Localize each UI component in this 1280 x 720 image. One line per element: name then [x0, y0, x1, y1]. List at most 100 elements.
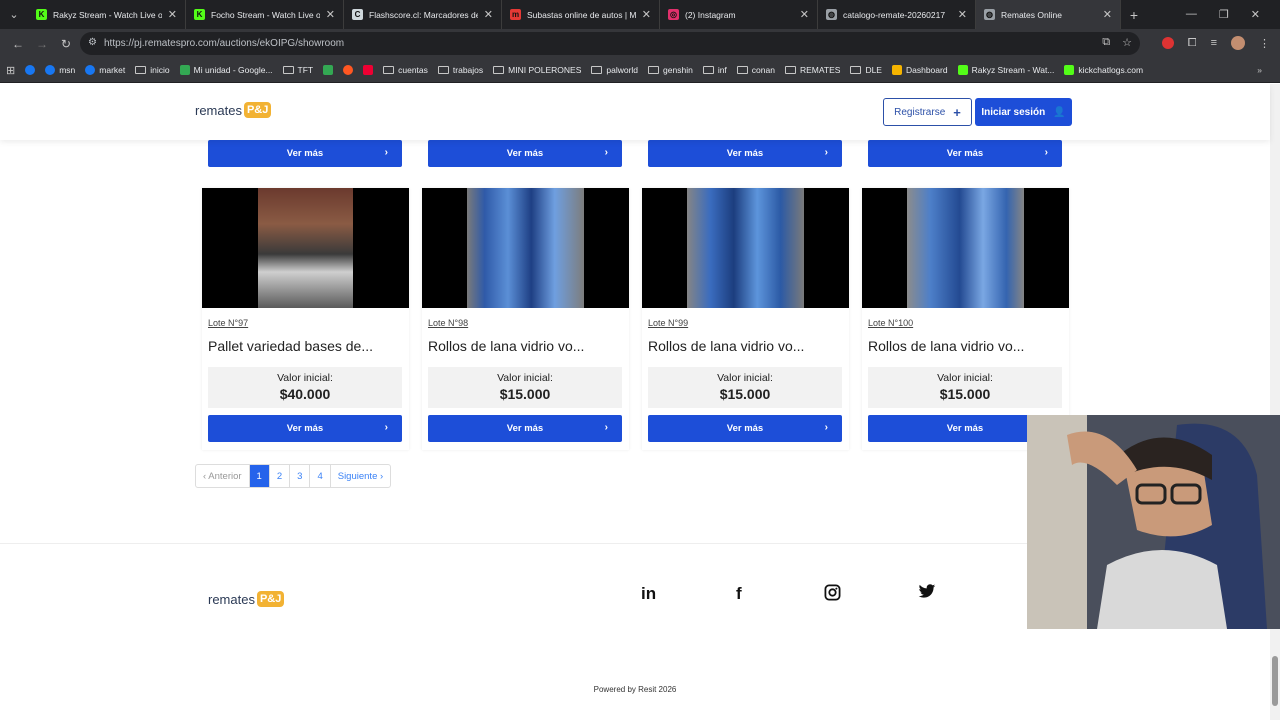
pagination-next[interactable]: Siguiente › [331, 465, 390, 487]
twitter-icon[interactable] [918, 584, 936, 604]
lot-number-link[interactable]: Lote N°98 [428, 318, 468, 328]
ver-mas-button[interactable]: Ver más › [428, 140, 622, 167]
tab-title: Remates Online [1001, 9, 1062, 20]
lot-card[interactable]: Lote N°98 Rollos de lana vidrio vo... Va… [422, 188, 629, 450]
reload-icon[interactable]: ↻ [54, 37, 78, 51]
lot-image[interactable] [862, 188, 1069, 308]
lot-card[interactable]: Lote N°97 Pallet variedad bases de... Va… [202, 188, 409, 450]
bookmark-item[interactable] [363, 65, 374, 75]
browser-tab[interactable]: K Focho Stream - Watch Live on K ✕ [186, 0, 344, 29]
ver-mas-button[interactable]: Ver más › [648, 140, 842, 167]
bookmark-item[interactable]: DLE [850, 65, 882, 75]
bookmark-item[interactable]: MINI POLERONES [493, 65, 581, 75]
bookmark-item[interactable]: genshin [648, 65, 693, 75]
lot-number-link[interactable]: Lote N°99 [648, 318, 688, 328]
close-tab-icon[interactable]: ✕ [484, 8, 493, 21]
bookmark-item[interactable]: Dashboard [891, 65, 948, 75]
footer-logo[interactable]: remates P&J [208, 591, 285, 607]
lot-image[interactable] [642, 188, 849, 308]
browser-tab[interactable]: C Flashscore.cl: Marcadores de fú ✕ [344, 0, 502, 29]
apps-grid-icon[interactable]: ⊞ [6, 64, 15, 77]
bookmarks-bar: ⊞ msn market inicio Mi unidad - Google... TF… [0, 58, 1280, 83]
facebook-icon[interactable]: f [736, 584, 742, 604]
bookmark-item[interactable]: conan [736, 65, 775, 75]
folder-icon [648, 66, 660, 74]
bookmark-item[interactable] [25, 65, 36, 75]
bookmark-item[interactable]: Mi unidad - Google... [179, 65, 273, 75]
ver-mas-button[interactable]: Ver más › [428, 415, 622, 442]
bookmark-item[interactable]: TFT [282, 65, 314, 75]
site-info-icon[interactable]: ⚙ [88, 37, 97, 48]
bookmark-label: TFT [297, 65, 314, 75]
bookmark-item[interactable]: palworld [591, 65, 638, 75]
pagination-prev[interactable]: ‹ Anterior [196, 465, 250, 487]
bookmark-favicon-icon [957, 65, 968, 75]
browser-tab[interactable]: K Rakyz Stream - Watch Live on K ✕ [28, 0, 186, 29]
ver-mas-button[interactable]: Ver más › [208, 415, 402, 442]
ver-mas-button[interactable]: Ver más › [868, 140, 1062, 167]
browser-tab[interactable]: ◍ Remates Online ✕ [976, 0, 1121, 29]
pagination-page-4[interactable]: 4 [310, 465, 331, 487]
close-window-icon[interactable]: ✕ [1251, 8, 1260, 21]
bookmark-item[interactable]: market [85, 65, 125, 75]
linkedin-icon[interactable]: in [641, 584, 656, 604]
forward-icon[interactable]: → [30, 37, 54, 51]
bookmark-star-icon[interactable]: ☆ [1122, 36, 1132, 49]
ver-mas-button[interactable]: Ver más › [208, 140, 402, 167]
close-tab-icon[interactable]: ✕ [326, 8, 335, 21]
bookmark-item[interactable]: msn [45, 65, 75, 75]
translate-icon[interactable]: ⧉ [1102, 36, 1110, 49]
menu-icon[interactable]: ⋮ [1259, 37, 1270, 50]
address-bar[interactable]: ⚙ https://pj.rematespro.com/auctions/ekO… [80, 32, 1140, 55]
bookmark-item[interactable]: cuentas [383, 65, 428, 75]
tab-search-icon[interactable]: ⌄ [0, 0, 28, 29]
pagination-page-2[interactable]: 2 [270, 465, 291, 487]
record-extension-icon[interactable] [1161, 37, 1174, 49]
close-tab-icon[interactable]: ✕ [1103, 8, 1112, 21]
minimize-icon[interactable]: — [1186, 8, 1197, 21]
pagination-page-3[interactable]: 3 [290, 465, 311, 487]
starting-price-value: $15.000 [719, 386, 771, 402]
lot-number-link[interactable]: Lote N°100 [868, 318, 913, 328]
close-tab-icon[interactable]: ✕ [958, 8, 967, 21]
ver-mas-label: Ver más [286, 423, 324, 434]
instagram-icon[interactable] [824, 584, 841, 606]
lot-number-link[interactable]: Lote N°97 [208, 318, 248, 328]
profile-avatar[interactable] [1231, 36, 1245, 50]
close-tab-icon[interactable]: ✕ [800, 8, 809, 21]
bookmark-label: msn [59, 65, 76, 75]
close-tab-icon[interactable]: ✕ [168, 8, 177, 21]
new-tab-button[interactable]: + [1121, 7, 1147, 23]
scrollbar-thumb[interactable] [1272, 656, 1278, 706]
lot-card[interactable]: Lote N°100 Rollos de lana vidrio vo... V… [862, 188, 1069, 450]
login-button[interactable]: Iniciar sesión 👤 [975, 98, 1072, 126]
bookmark-item[interactable]: REMATES [784, 65, 840, 75]
lot-image[interactable] [202, 188, 409, 308]
logo-badge: P&J [243, 102, 272, 118]
close-tab-icon[interactable]: ✕ [642, 8, 651, 21]
register-button[interactable]: Registrarse + [883, 98, 972, 126]
bookmark-item[interactable] [323, 65, 334, 75]
tab-favicon-icon: ◍ [984, 9, 995, 20]
bookmark-item[interactable]: inicio [135, 65, 170, 75]
folder-icon [784, 66, 796, 74]
ver-mas-button[interactable]: Ver más › [648, 415, 842, 442]
browser-tab[interactable]: m Subastas online de autos | Mac ✕ [502, 0, 660, 29]
bookmark-item[interactable] [343, 65, 354, 75]
more-bookmarks-icon[interactable]: » [1257, 65, 1280, 75]
lot-card[interactable]: Lote N°99 Rollos de lana vidrio vo... Va… [642, 188, 849, 450]
browser-tab[interactable]: ◍ catalogo-remate-20260217 ✕ [818, 0, 976, 29]
back-icon[interactable]: ← [6, 37, 30, 51]
pagination-page-1[interactable]: 1 [249, 465, 270, 487]
bookmark-item[interactable]: trabajos [437, 65, 483, 75]
bookmark-item[interactable]: Rakyz Stream - Wat... [957, 65, 1054, 75]
reading-list-icon[interactable]: ≡ [1211, 37, 1217, 49]
restore-icon[interactable]: ❐ [1219, 8, 1229, 21]
bookmark-item[interactable]: kickchatlogs.com [1064, 65, 1143, 75]
extensions-icon[interactable]: ⧠ [1188, 37, 1197, 50]
bookmark-item[interactable]: inf [702, 65, 727, 75]
lot-image[interactable] [422, 188, 629, 308]
chevron-right-icon: › [824, 147, 828, 158]
browser-tab[interactable]: ◎ (2) Instagram ✕ [660, 0, 818, 29]
site-logo[interactable]: remates P&J [195, 102, 272, 118]
